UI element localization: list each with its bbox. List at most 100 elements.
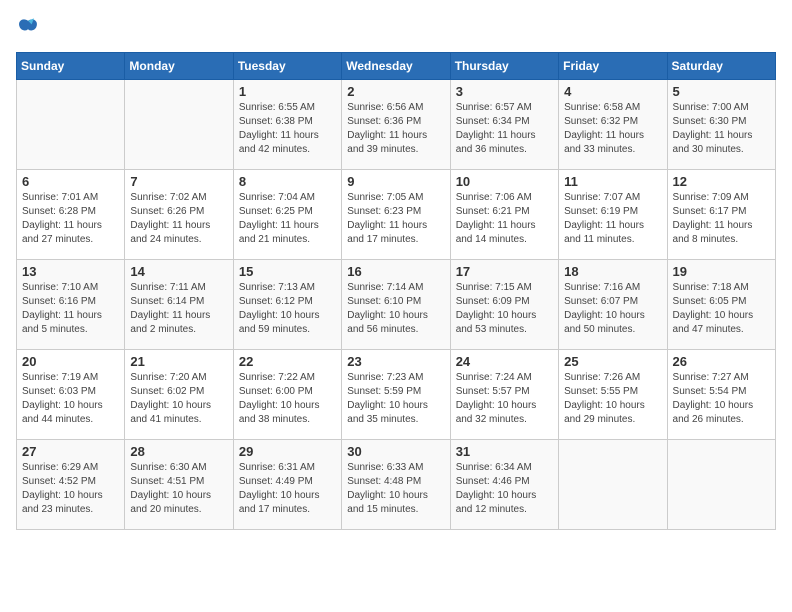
calendar-cell xyxy=(17,80,125,170)
calendar-cell: 3 Sunrise: 6:57 AM Sunset: 6:34 PM Daylig… xyxy=(450,80,558,170)
day-number: 30 xyxy=(347,444,444,459)
day-number: 5 xyxy=(673,84,770,99)
day-number: 18 xyxy=(564,264,661,279)
day-number: 6 xyxy=(22,174,119,189)
page-header xyxy=(16,16,776,40)
calendar-cell: 22 Sunrise: 7:22 AM Sunset: 6:00 PM Dayli… xyxy=(233,350,341,440)
calendar-cell: 19 Sunrise: 7:18 AM Sunset: 6:05 PM Dayli… xyxy=(667,260,775,350)
calendar-cell: 9Sunrise: 7:05 AM Sunset: 6:23 PM Daylig… xyxy=(342,170,450,260)
day-header-wednesday: Wednesday xyxy=(342,53,450,80)
calendar-cell: 13 Sunrise: 7:10 AM Sunset: 6:16 PM Dayli… xyxy=(17,260,125,350)
day-header-monday: Monday xyxy=(125,53,233,80)
day-number: 2 xyxy=(347,84,444,99)
day-info: Sunrise: 7:24 AM Sunset: 5:57 PM Dayligh… xyxy=(456,371,553,427)
day-info: Sunrise: 6:29 AM Sunset: 4:52 PM Dayligh… xyxy=(22,461,119,517)
day-number: 16 xyxy=(347,264,444,279)
day-number: 7 xyxy=(130,174,227,189)
calendar-cell: 15 Sunrise: 7:13 AM Sunset: 6:12 PM Dayli… xyxy=(233,260,341,350)
day-number: 21 xyxy=(130,354,227,369)
day-number: 13 xyxy=(22,264,119,279)
day-info: Sunrise: 7:19 AM Sunset: 6:03 PM Dayligh… xyxy=(22,371,119,427)
day-header-tuesday: Tuesday xyxy=(233,53,341,80)
day-info: Sunrise: 6:56 AM Sunset: 6:36 PM Dayligh… xyxy=(347,101,444,157)
calendar-cell: 30 Sunrise: 6:33 AM Sunset: 4:48 PM Dayli… xyxy=(342,440,450,530)
calendar-table: SundayMondayTuesdayWednesdayThursdayFrid… xyxy=(16,52,776,530)
day-info: Sunrise: 7:23 AM Sunset: 5:59 PM Dayligh… xyxy=(347,371,444,427)
calendar-cell: 7 Sunrise: 7:02 AM Sunset: 6:26 PM Daylig… xyxy=(125,170,233,260)
calendar-cell xyxy=(559,440,667,530)
day-info: Sunrise: 6:30 AM Sunset: 4:51 PM Dayligh… xyxy=(130,461,227,517)
calendar-cell: 20 Sunrise: 7:19 AM Sunset: 6:03 PM Dayli… xyxy=(17,350,125,440)
day-info: Sunrise: 7:14 AM Sunset: 6:10 PM Dayligh… xyxy=(347,281,444,337)
calendar-cell: 6 Sunrise: 7:01 AM Sunset: 6:28 PM Daylig… xyxy=(17,170,125,260)
day-number: 14 xyxy=(130,264,227,279)
calendar-cell: 8Sunrise: 7:04 AM Sunset: 6:25 PM Daylig… xyxy=(233,170,341,260)
calendar-cell: 27 Sunrise: 6:29 AM Sunset: 4:52 PM Dayli… xyxy=(17,440,125,530)
calendar-week-4: 20 Sunrise: 7:19 AM Sunset: 6:03 PM Dayli… xyxy=(17,350,776,440)
day-number: 31 xyxy=(456,444,553,459)
day-number: 25 xyxy=(564,354,661,369)
day-info: Sunrise: 7:16 AM Sunset: 6:07 PM Dayligh… xyxy=(564,281,661,337)
day-info: Sunrise: 7:07 AM Sunset: 6:19 PM Dayligh… xyxy=(564,191,661,247)
day-number: 24 xyxy=(456,354,553,369)
calendar-cell: 24 Sunrise: 7:24 AM Sunset: 5:57 PM Dayli… xyxy=(450,350,558,440)
day-info: Sunrise: 6:34 AM Sunset: 4:46 PM Dayligh… xyxy=(456,461,553,517)
calendar-cell: 12Sunrise: 7:09 AM Sunset: 6:17 PM Dayli… xyxy=(667,170,775,260)
calendar-cell: 14 Sunrise: 7:11 AM Sunset: 6:14 PM Dayli… xyxy=(125,260,233,350)
calendar-cell: 21 Sunrise: 7:20 AM Sunset: 6:02 PM Dayli… xyxy=(125,350,233,440)
day-number: 10 xyxy=(456,174,553,189)
day-info: Sunrise: 6:33 AM Sunset: 4:48 PM Dayligh… xyxy=(347,461,444,517)
day-number: 26 xyxy=(673,354,770,369)
day-number: 28 xyxy=(130,444,227,459)
calendar-week-3: 13 Sunrise: 7:10 AM Sunset: 6:16 PM Dayli… xyxy=(17,260,776,350)
day-number: 29 xyxy=(239,444,336,459)
day-info: Sunrise: 7:06 AM Sunset: 6:21 PM Dayligh… xyxy=(456,191,553,247)
calendar-cell xyxy=(125,80,233,170)
calendar-week-2: 6 Sunrise: 7:01 AM Sunset: 6:28 PM Daylig… xyxy=(17,170,776,260)
day-info: Sunrise: 7:22 AM Sunset: 6:00 PM Dayligh… xyxy=(239,371,336,427)
day-info: Sunrise: 7:18 AM Sunset: 6:05 PM Dayligh… xyxy=(673,281,770,337)
day-number: 3 xyxy=(456,84,553,99)
day-number: 22 xyxy=(239,354,336,369)
calendar-cell: 16 Sunrise: 7:14 AM Sunset: 6:10 PM Dayli… xyxy=(342,260,450,350)
calendar-cell: 1Sunrise: 6:55 AM Sunset: 6:38 PM Daylig… xyxy=(233,80,341,170)
calendar-cell: 5 Sunrise: 7:00 AM Sunset: 6:30 PM Daylig… xyxy=(667,80,775,170)
calendar-cell: 31 Sunrise: 6:34 AM Sunset: 4:46 PM Dayli… xyxy=(450,440,558,530)
day-number: 23 xyxy=(347,354,444,369)
day-info: Sunrise: 7:20 AM Sunset: 6:02 PM Dayligh… xyxy=(130,371,227,427)
calendar-cell: 29 Sunrise: 6:31 AM Sunset: 4:49 PM Dayli… xyxy=(233,440,341,530)
day-header-saturday: Saturday xyxy=(667,53,775,80)
day-number: 8 xyxy=(239,174,336,189)
calendar-cell: 18 Sunrise: 7:16 AM Sunset: 6:07 PM Dayli… xyxy=(559,260,667,350)
day-number: 19 xyxy=(673,264,770,279)
day-info: Sunrise: 7:11 AM Sunset: 6:14 PM Dayligh… xyxy=(130,281,227,337)
day-info: Sunrise: 7:13 AM Sunset: 6:12 PM Dayligh… xyxy=(239,281,336,337)
calendar-cell: 23 Sunrise: 7:23 AM Sunset: 5:59 PM Dayli… xyxy=(342,350,450,440)
calendar-cell: 2 Sunrise: 6:56 AM Sunset: 6:36 PM Daylig… xyxy=(342,80,450,170)
day-info: Sunrise: 6:31 AM Sunset: 4:49 PM Dayligh… xyxy=(239,461,336,517)
calendar-week-5: 27 Sunrise: 6:29 AM Sunset: 4:52 PM Dayli… xyxy=(17,440,776,530)
day-info: Sunrise: 7:26 AM Sunset: 5:55 PM Dayligh… xyxy=(564,371,661,427)
day-number: 12 xyxy=(673,174,770,189)
day-info: Sunrise: 7:10 AM Sunset: 6:16 PM Dayligh… xyxy=(22,281,119,337)
day-info: Sunrise: 6:57 AM Sunset: 6:34 PM Dayligh… xyxy=(456,101,553,157)
day-number: 15 xyxy=(239,264,336,279)
day-header-thursday: Thursday xyxy=(450,53,558,80)
day-number: 27 xyxy=(22,444,119,459)
day-info: Sunrise: 7:01 AM Sunset: 6:28 PM Dayligh… xyxy=(22,191,119,247)
calendar-header-row: SundayMondayTuesdayWednesdayThursdayFrid… xyxy=(17,53,776,80)
day-info: Sunrise: 7:27 AM Sunset: 5:54 PM Dayligh… xyxy=(673,371,770,427)
day-info: Sunrise: 7:05 AM Sunset: 6:23 PM Dayligh… xyxy=(347,191,444,247)
calendar-cell: 10 Sunrise: 7:06 AM Sunset: 6:21 PM Dayli… xyxy=(450,170,558,260)
day-info: Sunrise: 7:15 AM Sunset: 6:09 PM Dayligh… xyxy=(456,281,553,337)
calendar-cell xyxy=(667,440,775,530)
day-info: Sunrise: 7:00 AM Sunset: 6:30 PM Dayligh… xyxy=(673,101,770,157)
day-info: Sunrise: 7:02 AM Sunset: 6:26 PM Dayligh… xyxy=(130,191,227,247)
calendar-week-1: 1Sunrise: 6:55 AM Sunset: 6:38 PM Daylig… xyxy=(17,80,776,170)
calendar-cell: 4Sunrise: 6:58 AM Sunset: 6:32 PM Daylig… xyxy=(559,80,667,170)
logo xyxy=(16,16,42,40)
calendar-cell: 26 Sunrise: 7:27 AM Sunset: 5:54 PM Dayli… xyxy=(667,350,775,440)
calendar-cell: 17Sunrise: 7:15 AM Sunset: 6:09 PM Dayli… xyxy=(450,260,558,350)
day-info: Sunrise: 6:55 AM Sunset: 6:38 PM Dayligh… xyxy=(239,101,336,157)
day-number: 20 xyxy=(22,354,119,369)
